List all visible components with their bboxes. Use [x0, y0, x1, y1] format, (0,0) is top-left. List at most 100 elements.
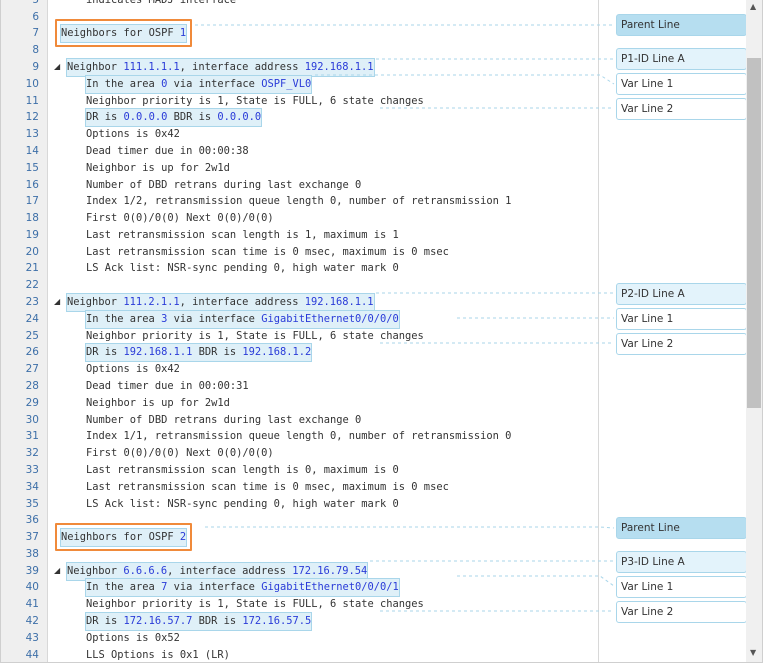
line-number: 34 — [25, 480, 39, 493]
line-number: 36 — [25, 514, 39, 527]
code-line: LS Ack list: NSR-sync pending 0, high wa… — [86, 496, 399, 513]
line-number: 13 — [25, 128, 39, 141]
code-value: 192.168.1.2 — [242, 346, 312, 359]
code-text: Neighbor is up for 2w1d — [86, 161, 230, 174]
var-line-box[interactable]: Var Line 2 — [616, 98, 747, 120]
code-value: 111.2.1.1 — [123, 296, 180, 309]
line-number: 24 — [25, 312, 39, 325]
line-number: 30 — [25, 413, 39, 426]
var-line-box[interactable]: Var Line 1 — [616, 308, 747, 330]
code-text: Last retransmission scan length is 0, ma… — [86, 463, 399, 476]
code-text: indicates MADJ interface — [86, 0, 236, 6]
code-line: Neighbor priority is 1, State is FULL, 6… — [86, 596, 424, 613]
code-text: Number of DBD retrans during last exchan… — [86, 178, 362, 191]
code-value: 172.16.57.5 — [242, 615, 312, 628]
code-text: Neighbor — [67, 60, 124, 73]
code-line: indicates MADJ interface — [86, 0, 236, 9]
line-number: 19 — [25, 228, 39, 241]
code-value: 172.16.79.54 — [292, 564, 368, 577]
scrollbar-thumb[interactable] — [747, 58, 761, 408]
code-value: 111.1.1.1 — [123, 60, 180, 73]
code-value: GigabitEthernet0/0/0/0 — [261, 312, 399, 325]
highlighted-code-line[interactable]: DR is 172.16.57.7 BDR is 172.16.57.5 — [84, 612, 313, 632]
line-number: 29 — [25, 396, 39, 409]
id-line-box[interactable]: P1-ID Line A — [616, 48, 747, 70]
collapse-triangle-icon[interactable]: ◢ — [54, 297, 60, 306]
code-view[interactable]: indicates MADJ interfaceNeighbors for OS… — [48, 0, 598, 662]
line-number: 27 — [25, 363, 39, 376]
id-line-box[interactable]: P2-ID Line A — [616, 283, 747, 305]
line-number: 38 — [25, 547, 39, 560]
code-line: Last retransmission scan time is 0 msec,… — [86, 479, 449, 496]
line-number: 5 — [1, 0, 39, 9]
parent-line-box[interactable]: Parent Line — [616, 14, 747, 36]
code-value: 192.168.1.1 — [304, 60, 374, 73]
highlighted-code-line[interactable]: In the area 0 via interface OSPF_VL0 — [84, 74, 313, 94]
line-number: 42 — [25, 615, 39, 628]
code-mapping-editor: 56 7 8 9 10 11 12 13 14 15 16 17 18 19 20 21 22 23 24 25 26 2… — [0, 0, 763, 663]
code-text: Options is 0x52 — [86, 631, 180, 644]
code-text: In the area — [86, 581, 162, 594]
code-text: Neighbor priority is 1, State is FULL, 6… — [86, 94, 424, 107]
var-line-box[interactable]: Var Line 2 — [616, 333, 747, 355]
code-line: Last retransmission scan length is 0, ma… — [86, 462, 399, 479]
code-text: , interface address — [179, 296, 305, 309]
line-number: 35 — [25, 497, 39, 510]
line-number: 17 — [25, 195, 39, 208]
id-line-box[interactable]: P3-ID Line A — [616, 551, 747, 573]
line-number: 23 — [25, 296, 39, 309]
code-text: Neighbor — [67, 564, 124, 577]
line-number: 15 — [25, 161, 39, 174]
highlighted-code-line[interactable]: In the area 3 via interface GigabitEther… — [85, 309, 400, 329]
var-line-box[interactable]: Var Line 1 — [616, 73, 747, 95]
highlighted-code-line[interactable]: In the area 7 via interface GigabitEther… — [85, 578, 400, 598]
line-number-gutter: 56 7 8 9 10 11 12 13 14 15 16 17 18 19 20 21 22 23 24 25 26 2… — [1, 0, 48, 662]
code-text: Index 1/1, retransmission queue length 0… — [86, 430, 512, 443]
callout-box — [55, 523, 192, 552]
code-text: Options is 0x42 — [86, 363, 180, 376]
code-line: Dead timer due in 00:00:38 — [86, 143, 249, 160]
scrollbar[interactable]: ▲ ▼ — [746, 0, 762, 662]
collapse-triangle-icon[interactable]: ◢ — [54, 566, 60, 575]
scroll-down-arrow-icon[interactable]: ▼ — [750, 648, 756, 657]
line-number: 40 — [25, 581, 39, 594]
code-value: 0.0.0.0 — [123, 111, 168, 124]
line-number: 7 — [32, 27, 39, 40]
code-text: Neighbor priority is 1, State is FULL, 6… — [86, 329, 424, 342]
var-line-box[interactable]: Var Line 1 — [616, 576, 747, 598]
code-value: 0.0.0.0 — [217, 111, 262, 124]
code-text: Neighbor priority is 1, State is FULL, 6… — [86, 598, 424, 611]
code-line: Options is 0x42 — [86, 361, 180, 378]
code-line: Neighbor priority is 1, State is FULL, 6… — [86, 93, 424, 110]
highlighted-code-line[interactable]: Neighbor 6.6.6.6, interface address 172.… — [65, 561, 369, 581]
highlighted-code-line[interactable]: Neighbor 111.2.1.1, interface address 19… — [66, 293, 375, 313]
code-text: BDR is — [192, 615, 243, 628]
collapse-triangle-icon[interactable]: ◢ — [54, 62, 60, 71]
code-line: LS Ack list: NSR-sync pending 0, high wa… — [86, 260, 399, 277]
code-text: In the area — [86, 312, 162, 325]
line-number: 43 — [25, 631, 39, 644]
line-number: 26 — [25, 346, 39, 359]
line-number: 8 — [32, 44, 39, 57]
code-line: Last retransmission scan time is 0 msec,… — [86, 244, 449, 261]
highlighted-code-line[interactable]: DR is 192.168.1.1 BDR is 192.168.1.2 — [84, 343, 313, 363]
code-text: via interface — [167, 312, 262, 325]
code-text: Last retransmission scan time is 0 msec,… — [86, 245, 449, 258]
code-text: Last retransmission scan length is 1, ma… — [86, 228, 399, 241]
line-number: 21 — [25, 262, 39, 275]
highlighted-code-line[interactable]: DR is 0.0.0.0 BDR is 0.0.0.0 — [84, 108, 263, 128]
code-value: GigabitEthernet0/0/0/1 — [261, 581, 399, 594]
code-value: 6.6.6.6 — [123, 564, 168, 577]
code-text: Options is 0x42 — [86, 128, 180, 141]
highlighted-code-line[interactable]: Neighbor 111.1.1.1, interface address 19… — [66, 57, 375, 77]
code-line: Neighbor is up for 2w1d — [86, 160, 230, 177]
code-text: First 0(0)/0(0) Next 0(0)/0(0) — [86, 447, 274, 460]
line-number: 11 — [25, 94, 39, 107]
line-number: 32 — [25, 447, 39, 460]
var-line-box[interactable]: Var Line 2 — [616, 601, 747, 623]
code-value: OSPF_VL0 — [261, 77, 312, 90]
scroll-up-arrow-icon[interactable]: ▲ — [750, 2, 756, 11]
code-text: DR is — [86, 615, 124, 628]
code-line: Index 1/1, retransmission queue length 0… — [86, 428, 511, 445]
parent-line-box[interactable]: Parent Line — [616, 517, 747, 539]
